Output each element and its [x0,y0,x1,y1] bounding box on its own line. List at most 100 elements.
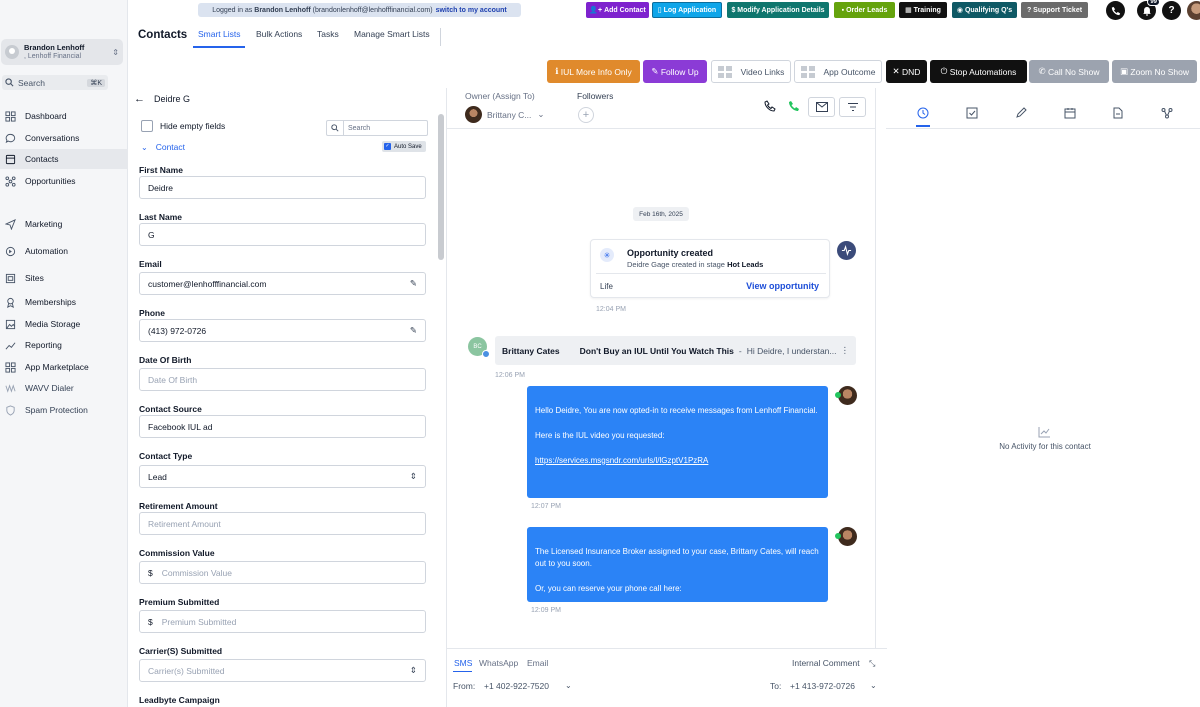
support-ticket-button[interactable]: ? Support Ticket [1021,2,1088,18]
workflow-icon[interactable] [1161,107,1173,119]
modify-application-button[interactable]: $ Modify Application Details [727,2,829,18]
sms-link[interactable]: https://services.msgsndr.com/urls/l/lGzp… [535,455,820,468]
last-name-field[interactable]: G [139,223,426,246]
notification-count: 99 [1147,0,1160,6]
call-no-show-button[interactable]: ✆ Call No Show [1029,60,1109,83]
from-label: From: [453,681,476,691]
sms-link[interactable]: https://msgsndr.com/widget/booking/SfwhW… [535,608,820,621]
dob-placeholder: Date Of Birth [148,374,198,385]
automation-icon [5,246,16,256]
hide-empty-checkbox[interactable] [141,120,153,132]
view-opportunity-link[interactable]: View opportunity [746,281,819,291]
dnd-button[interactable]: ✕ DND [886,60,927,83]
dob-field[interactable]: Date Of Birth [139,368,426,391]
page-title: Contacts [138,29,188,41]
detail-scrollbar[interactable] [438,114,444,260]
sidebar-item-marketing[interactable]: Marketing [0,214,128,234]
note-pen-icon[interactable] [1015,107,1027,119]
email-field[interactable]: customer@lenhofffinancial.com ✎ [139,272,426,295]
first-name-field[interactable]: Deidre [139,176,426,199]
qualifying-qs-button[interactable]: ◉ Qualifying Q's [952,2,1017,18]
field-search[interactable]: Search [326,120,428,136]
sidebar-item-dashboard[interactable]: Dashboard [0,106,128,126]
notifications-button[interactable]: 99 [1137,0,1160,20]
contact-type-select[interactable]: Lead ⇕ [139,465,426,488]
sms-text: The Licensed Insurance Broker assigned t… [535,546,819,594]
to-number-select[interactable]: +1 413-972-0726 [790,681,855,691]
call-button[interactable] [764,100,776,112]
sidebar-search[interactable]: Search ⌘K [2,75,108,90]
plus-icon: + [582,109,590,121]
log-application-button[interactable]: ▯ Log Application [652,2,722,18]
document-icon[interactable] [1112,107,1124,119]
sidebar-item-app-marketplace[interactable]: App Marketplace [0,357,128,377]
add-follower-button[interactable]: + [578,107,594,123]
sidebar-item-sites[interactable]: Sites [0,268,128,288]
switch-account-link[interactable]: switch to my account [436,7,507,14]
sidebar-item-memberships[interactable]: Memberships [0,292,128,312]
composer-tab-whatsapp[interactable]: WhatsApp [479,658,518,668]
retirement-amount-field[interactable]: Retirement Amount [139,512,426,535]
sender-initials: BC [473,343,482,350]
zoom-no-show-button[interactable]: ▣ Zoom No Show [1112,60,1197,83]
sidebar-item-media-storage[interactable]: Media Storage [0,314,128,334]
activity-clock-icon[interactable] [917,107,929,119]
sidebar-item-contacts[interactable]: Contacts [0,149,128,169]
sidebar-item-spam-protection[interactable]: Spam Protection [0,400,128,420]
stop-automations-button[interactable]: ⏻ Stop Automations [930,60,1027,83]
composer-tab-email[interactable]: Email [527,658,548,668]
sidebar-item-wavv-dialer[interactable]: WAVV Dialer [0,378,128,398]
email-subject: Don't Buy an IUL Until You Watch This [579,345,734,356]
help-button[interactable]: ? [1162,1,1181,20]
tab-bulk-actions[interactable]: Bulk Actions [256,29,302,49]
account-switcher[interactable]: Brandon Lenhoff , Lenhoff Financial ⇕ [1,39,123,65]
sidebar-item-opportunities[interactable]: Opportunities [0,171,128,191]
user-avatar[interactable] [1187,1,1200,20]
auto-save-toggle[interactable]: ✓ Auto Save [382,141,426,152]
order-leads-button[interactable]: ▪ Order Leads [834,2,895,18]
back-arrow-icon[interactable]: ← [134,93,145,105]
internal-comment-toggle[interactable]: Internal Comment [792,658,860,668]
green-call-button[interactable] [788,100,800,112]
composer-tab-sms[interactable]: SMS [454,658,472,668]
email-button[interactable] [808,97,835,117]
more-vertical-icon[interactable]: ⋮ [841,345,850,356]
sidebar-item-label: Dashboard [25,111,67,121]
agent-avatar [835,527,857,546]
edit-pencil-icon[interactable]: ✎ [410,325,417,336]
owner-select[interactable]: Brittany C... ⌄ [465,106,545,123]
commission-value-field[interactable]: $ Commission Value [139,561,426,584]
conversation-right-border [875,88,876,648]
task-check-icon[interactable] [966,107,978,119]
collapse-icon[interactable]: ⤡ [869,659,875,669]
filter-button[interactable] [839,97,866,117]
from-number-select[interactable]: +1 402-922-7520 [484,681,549,691]
opportunities-icon [5,175,16,187]
premium-submitted-field[interactable]: $ Premium Submitted [139,610,426,633]
order-leads-label: Order Leads [846,6,888,14]
contact-section-toggle[interactable]: ⌄ Contact [141,142,185,152]
iul-more-info-button[interactable]: ℹ IUL More Info Only [547,60,640,83]
shield-icon [6,404,15,416]
video-links-button[interactable]: Video Links [711,60,791,83]
contact-source-field[interactable]: Facebook IUL ad [139,415,426,438]
sidebar-item-automation[interactable]: Automation [0,241,128,261]
mail-icon [815,102,828,112]
hide-empty-toggle[interactable]: Hide empty fields [141,120,225,132]
phone-field[interactable]: (413) 972-0726 ✎ [139,319,426,342]
sidebar-item-reporting[interactable]: Reporting [0,335,128,355]
carrier-submitted-select[interactable]: Carrier(s) Submitted ⇕ [139,659,426,682]
tab-manage-smart-lists[interactable]: Manage Smart Lists [354,29,430,49]
training-button[interactable]: ▦ Training [899,2,947,18]
follow-up-button[interactable]: ✎ Follow Up [643,60,707,83]
add-contact-button[interactable]: 👤+ Add Contact [586,2,649,18]
phone-dialer-button[interactable] [1106,1,1125,20]
edit-pencil-icon[interactable]: ✎ [410,278,417,289]
last-name-value: G [148,229,155,240]
sidebar-item-conversations[interactable]: Conversations [0,128,128,148]
sidebar-item-label: App Marketplace [25,362,89,372]
app-outcome-button[interactable]: App Outcome [794,60,882,83]
calendar-icon[interactable] [1064,107,1076,119]
tab-tasks[interactable]: Tasks [317,29,339,49]
email-message-row[interactable]: Brittany Cates Don't Buy an IUL Until Yo… [495,336,856,365]
